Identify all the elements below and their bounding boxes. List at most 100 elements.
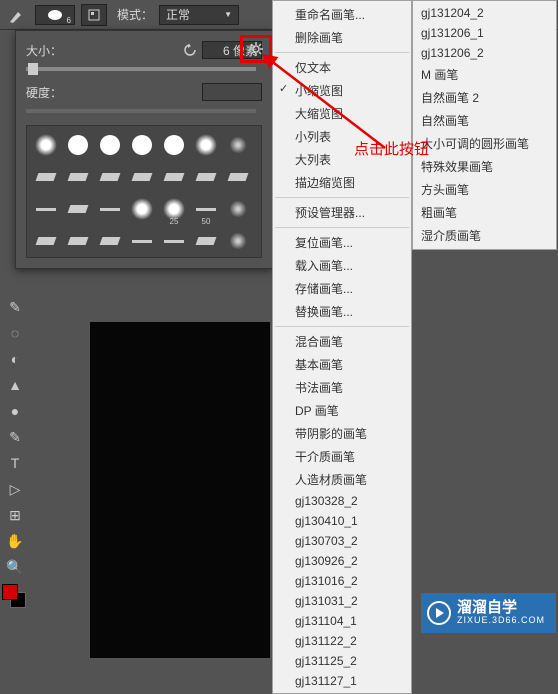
brush-thumb[interactable] — [31, 130, 61, 160]
preset-item[interactable]: 湿介质画笔 — [413, 224, 556, 247]
menu-item[interactable]: gj130328_2 — [273, 491, 411, 511]
brush-thumb[interactable] — [159, 162, 189, 192]
tool-slot[interactable]: ▲ — [0, 372, 30, 398]
brush-panel-toggle[interactable] — [81, 4, 107, 26]
preset-item[interactable]: 方头画笔 — [413, 178, 556, 201]
canvas[interactable] — [90, 322, 270, 658]
menu-item[interactable]: gj131031_2 — [273, 591, 411, 611]
brush-thumb[interactable] — [191, 130, 221, 160]
tool-slot[interactable]: ◐ — [0, 346, 30, 372]
brush-thumb[interactable] — [95, 130, 125, 160]
menu-item[interactable]: gj130410_1 — [273, 511, 411, 531]
menu-item[interactable]: 复位画笔... — [273, 231, 411, 254]
brush-thumb[interactable]: 25 — [159, 194, 189, 224]
brush-thumb[interactable] — [63, 130, 93, 160]
menu-item[interactable]: 小缩览图✓ — [273, 79, 411, 102]
menu-item[interactable]: gj131122_2 — [273, 631, 411, 651]
tool-slot[interactable]: ✋ — [0, 528, 30, 554]
hardness-input[interactable] — [202, 83, 262, 101]
brush-thumb[interactable] — [31, 194, 61, 224]
menu-item[interactable]: 删除画笔 — [273, 26, 411, 49]
tool-slot[interactable]: ▷ — [0, 476, 30, 502]
brush-thumb[interactable] — [31, 162, 61, 192]
menu-item[interactable]: gj131125_2 — [273, 651, 411, 671]
brush-tool-icon[interactable] — [5, 3, 29, 27]
tool-slot[interactable]: T — [0, 450, 30, 476]
menu-item[interactable]: gj131127_1 — [273, 671, 411, 691]
menu-item[interactable]: 大列表 — [273, 148, 411, 171]
preset-item[interactable]: M 画笔 — [413, 63, 556, 86]
color-swatches[interactable] — [2, 584, 26, 608]
reset-size-button[interactable] — [180, 41, 202, 59]
menu-item[interactable]: 仅文本 — [273, 56, 411, 79]
brush-thumb[interactable] — [223, 226, 253, 256]
menu-item[interactable]: 大缩览图 — [273, 102, 411, 125]
tool-slot[interactable]: ⊞ — [0, 502, 30, 528]
menu-item[interactable]: 替换画笔... — [273, 300, 411, 323]
gear-icon[interactable] — [246, 39, 266, 59]
brush-thumb[interactable]: 50 — [191, 194, 221, 224]
menu-item[interactable]: 重命名画笔... — [273, 3, 411, 26]
menu-separator — [275, 326, 409, 327]
menu-item[interactable]: 描边缩览图 — [273, 171, 411, 194]
preset-item[interactable]: gj131206_2 — [413, 43, 556, 63]
brush-thumb[interactable] — [159, 130, 189, 160]
menu-item[interactable]: gj130926_2 — [273, 551, 411, 571]
menu-item[interactable]: gj130703_2 — [273, 531, 411, 551]
brush-thumb[interactable] — [63, 226, 93, 256]
blend-mode-value: 正常 — [166, 6, 190, 23]
preset-item[interactable]: gj131206_1 — [413, 23, 556, 43]
menu-item[interactable]: 混合画笔 — [273, 330, 411, 353]
menu-item[interactable]: 载入画笔... — [273, 254, 411, 277]
preset-item[interactable]: 自然画笔 — [413, 109, 556, 132]
menu-item[interactable]: 干介质画笔 — [273, 445, 411, 468]
brush-thumb[interactable] — [127, 226, 157, 256]
menu-item[interactable]: DP 画笔 — [273, 399, 411, 422]
check-icon: ✓ — [279, 82, 288, 95]
menu-item[interactable]: 存储画笔... — [273, 277, 411, 300]
menu-item[interactable]: 书法画笔 — [273, 376, 411, 399]
brush-thumb[interactable] — [127, 194, 157, 224]
brush-thumb[interactable] — [63, 194, 93, 224]
brush-thumb[interactable] — [95, 226, 125, 256]
tool-slot[interactable]: ● — [0, 398, 30, 424]
blend-mode-select[interactable]: 正常 ▼ — [159, 5, 239, 25]
brush-thumb[interactable] — [223, 162, 253, 192]
tools-panel: ✎◌◐▲●✎T▷⊞✋🔍 — [0, 294, 30, 608]
menu-item[interactable]: 小列表 — [273, 125, 411, 148]
brush-thumb[interactable] — [191, 226, 221, 256]
preset-item[interactable]: 大小可调的圆形画笔 — [413, 132, 556, 155]
tool-slot[interactable]: ✎ — [0, 294, 30, 320]
menu-item[interactable]: 带阴影的画笔 — [273, 422, 411, 445]
brush-thumb[interactable] — [31, 226, 61, 256]
tool-slot[interactable]: 🔍 — [0, 554, 30, 580]
preset-item[interactable]: 粗画笔 — [413, 201, 556, 224]
hardness-label: 硬度： — [26, 84, 74, 101]
mode-label: 模式： — [117, 6, 153, 23]
preset-item[interactable]: 特殊效果画笔 — [413, 155, 556, 178]
preset-item[interactable]: 自然画笔 2 — [413, 86, 556, 109]
menu-item[interactable]: gj131016_2 — [273, 571, 411, 591]
tool-slot[interactable]: ✎ — [0, 424, 30, 450]
brush-preset-preview[interactable]: 6 — [35, 5, 75, 25]
brush-thumb[interactable] — [191, 162, 221, 192]
brush-thumb[interactable] — [159, 226, 189, 256]
menu-item[interactable]: 人造材质画笔 — [273, 468, 411, 491]
preset-item[interactable]: gj131204_2 — [413, 3, 556, 23]
watermark-badge: 溜溜自学 ZIXUE.3D66.COM — [421, 593, 556, 633]
brush-thumb[interactable] — [95, 162, 125, 192]
brush-thumb[interactable] — [223, 194, 253, 224]
brush-thumb[interactable] — [223, 130, 253, 160]
tool-slot[interactable]: ◌ — [0, 320, 30, 346]
menu-item[interactable]: 基本画笔 — [273, 353, 411, 376]
hardness-slider[interactable] — [26, 109, 256, 113]
menu-separator — [275, 52, 409, 53]
size-slider[interactable] — [26, 67, 256, 71]
brush-thumb[interactable] — [63, 162, 93, 192]
brush-thumb[interactable] — [127, 162, 157, 192]
menu-item[interactable]: 预设管理器... — [273, 201, 411, 224]
menu-item[interactable]: gj131104_1 — [273, 611, 411, 631]
brush-thumb[interactable] — [127, 130, 157, 160]
brush-thumb[interactable] — [95, 194, 125, 224]
size-label: 大小： — [26, 42, 74, 59]
